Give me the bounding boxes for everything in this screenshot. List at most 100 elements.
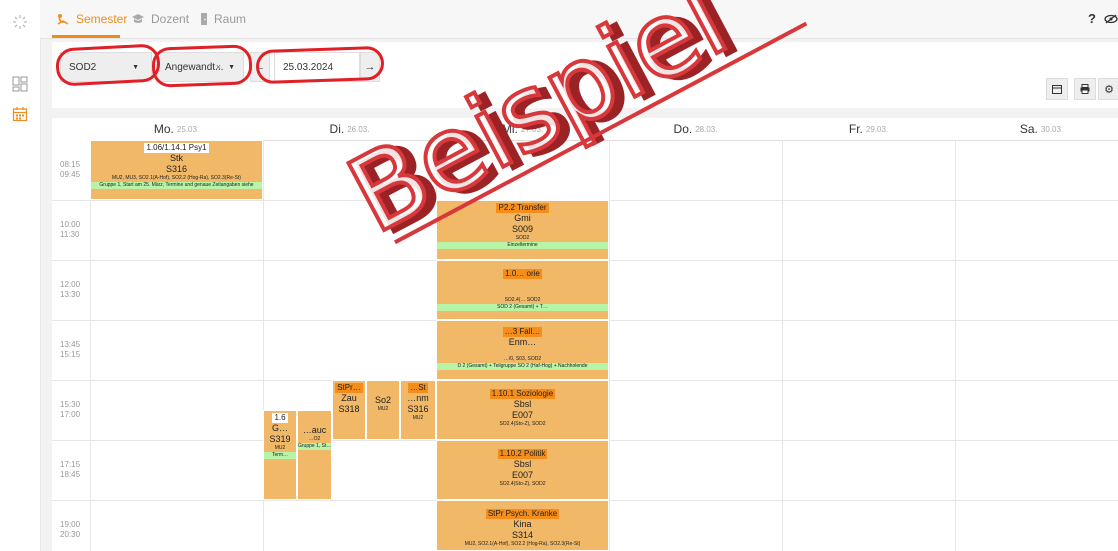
event-lecturer: …auc xyxy=(302,425,327,435)
grid-line xyxy=(782,140,783,551)
time-slot: 13:45 15:15 xyxy=(60,340,80,360)
event-card[interactable]: 1.0… orie SO2.4(… SOD2 SOD 2 (Gesamt) + … xyxy=(436,260,609,320)
event-lecturer: Sbsl xyxy=(513,459,532,469)
grid-line xyxy=(955,140,956,551)
event-note: Einzeltermine xyxy=(437,242,608,249)
time-slot: 12:00 13:30 xyxy=(60,280,80,300)
event-room: S316 xyxy=(407,404,429,414)
highlight-circle xyxy=(55,43,161,87)
time-end: 20:30 xyxy=(60,530,81,539)
day-name: Di. xyxy=(329,122,345,136)
day-date: 25.03. xyxy=(176,124,200,134)
event-groups: …O2 xyxy=(308,436,321,442)
door-icon xyxy=(201,13,207,25)
day-header-sa[interactable]: Sa. 30.03. xyxy=(955,118,1118,141)
event-lecturer: So2 xyxy=(374,395,391,405)
event-room: S318 xyxy=(338,404,360,414)
event-groups: MU2 xyxy=(377,406,389,412)
loading-spinner-icon xyxy=(13,15,27,29)
event-card[interactable]: …3 Fall… Enm… …/0, S03, SOD2 D 2 (Gesamt… xyxy=(436,320,609,380)
event-title: StPr… xyxy=(335,383,363,393)
event-card[interactable]: 1.10.2 Politik Sbsl E007 SO2.4(Sto-Z), S… xyxy=(436,440,609,500)
time-start: 12:00 xyxy=(60,280,81,289)
time-end: 18:45 xyxy=(60,470,81,479)
tab-label: Semester xyxy=(76,12,128,26)
time-start: 13:45 xyxy=(60,340,81,349)
help-button[interactable]: ? xyxy=(1088,11,1096,26)
time-start: 15:30 xyxy=(60,400,81,409)
graduation-cap-icon xyxy=(132,14,144,23)
event-groups: SO2.4(Sto-Z), SOD2 xyxy=(499,481,546,487)
day-header-mo[interactable]: Mo. 25.03. xyxy=(90,118,263,141)
visibility-icon[interactable] xyxy=(1104,14,1118,24)
event-card[interactable]: 1.06/1.14.1 Psy1 Stk S316 MU2, MU3, SO2.… xyxy=(90,140,263,200)
time-slot: 10:00 11:30 xyxy=(60,220,80,240)
event-groups: SO2.4(… SOD2 xyxy=(504,297,541,303)
day-name: Fr. xyxy=(848,122,863,136)
highlight-circle xyxy=(255,45,385,85)
time-slot: 17:15 18:45 xyxy=(60,460,80,480)
event-note: Term… xyxy=(264,452,296,459)
day-date: 28.03. xyxy=(695,124,718,134)
tab-label: Dozent xyxy=(151,12,190,26)
event-title: 1.10.1 Soziologie xyxy=(489,389,556,399)
event-room: S314 xyxy=(511,530,534,540)
event-note: SOD 2 (Gesamt) + T… xyxy=(437,304,608,311)
event-card[interactable]: 1.10.1 Soziologie Sbsl E007 SO2.4(Sto-Z)… xyxy=(436,380,609,440)
event-groups: SO2.4(Sto-Z), SOD2 xyxy=(499,421,546,427)
calendar-view-button[interactable] xyxy=(1046,78,1068,100)
event-room: E007 xyxy=(511,470,534,480)
event-card[interactable]: So2 MU2 xyxy=(366,380,400,440)
grid-line xyxy=(609,140,610,551)
event-groups: SOD2 xyxy=(515,235,530,241)
event-groups: …/0, S03, SOD2 xyxy=(503,356,542,362)
time-end: 15:15 xyxy=(60,350,81,359)
event-groups: MU2 xyxy=(412,415,424,421)
event-room: S009 xyxy=(511,224,534,234)
print-button[interactable] xyxy=(1074,78,1096,100)
event-title: StPr Psych. Kranke xyxy=(485,509,560,519)
time-start: 17:15 xyxy=(60,460,81,469)
dashboard-icon[interactable] xyxy=(12,76,28,92)
event-card[interactable]: StPr Psych. Kranke Kina S314 MU2, SO2.1(… xyxy=(436,500,609,551)
time-end: 13:30 xyxy=(60,290,81,299)
event-title: 1.0… orie xyxy=(503,269,542,279)
event-lecturer: G… xyxy=(271,423,288,433)
event-lecturer: …nm xyxy=(407,393,429,403)
day-header-fr[interactable]: Fr. 29.03. xyxy=(782,118,955,141)
time-slot: 08:15 09:45 xyxy=(60,160,80,180)
calendar-small-icon xyxy=(1052,85,1062,94)
event-note: Gruppe 1, Start am 25. März, Termine und… xyxy=(91,182,262,189)
time-slot: 15:30 17:00 xyxy=(60,400,80,420)
event-groups: MU2, SO2.1(A-Hof), SO2.2 (Hog-Ra), SO2.3… xyxy=(464,541,581,547)
tab-raum[interactable]: Raum xyxy=(200,12,246,26)
day-name: Do. xyxy=(673,122,693,136)
event-lecturer: Zau xyxy=(341,393,357,403)
event-note: D 2 (Gesamt) + Teilgruppe SO 2 (Haf-Hog)… xyxy=(437,363,608,370)
event-title: …3 Fall… xyxy=(502,327,543,337)
day-name: Sa. xyxy=(1019,122,1038,136)
grid-line xyxy=(90,140,91,551)
event-lecturer: Kina xyxy=(513,519,532,529)
time-slot: 19:00 20:30 xyxy=(60,520,80,540)
day-date: 29.03. xyxy=(865,124,889,134)
tab-label: Raum xyxy=(214,12,247,26)
event-card[interactable]: 1.6 G… S319 MU2 Term… xyxy=(263,410,297,500)
tab-dozent[interactable]: Dozent xyxy=(131,12,189,26)
event-title: 1.6 xyxy=(272,413,288,423)
left-sidebar xyxy=(0,0,41,551)
gear-icon: ⚙ xyxy=(1104,83,1114,96)
time-start: 19:00 xyxy=(60,520,81,529)
event-card[interactable]: …St …nm S316 MU2 xyxy=(400,380,436,440)
event-lecturer: Sbsl xyxy=(513,399,532,409)
time-end: 17:00 xyxy=(60,410,81,419)
tab-semester[interactable]: Semester xyxy=(56,12,127,26)
event-title: P2.2 Transfer xyxy=(496,203,549,213)
event-card[interactable]: …auc …O2 Gruppe 1, St… xyxy=(297,410,332,500)
settings-button[interactable]: ⚙ xyxy=(1098,78,1118,100)
event-room: S319 xyxy=(269,434,291,444)
time-start: 10:00 xyxy=(60,220,81,229)
event-groups: MU2, MU3, SO2.1(A-Hof), SO2.2 (Hog-Ra), … xyxy=(112,175,241,181)
event-card[interactable]: StPr… Zau S318 xyxy=(332,380,366,440)
calendar-icon[interactable] xyxy=(12,106,28,122)
